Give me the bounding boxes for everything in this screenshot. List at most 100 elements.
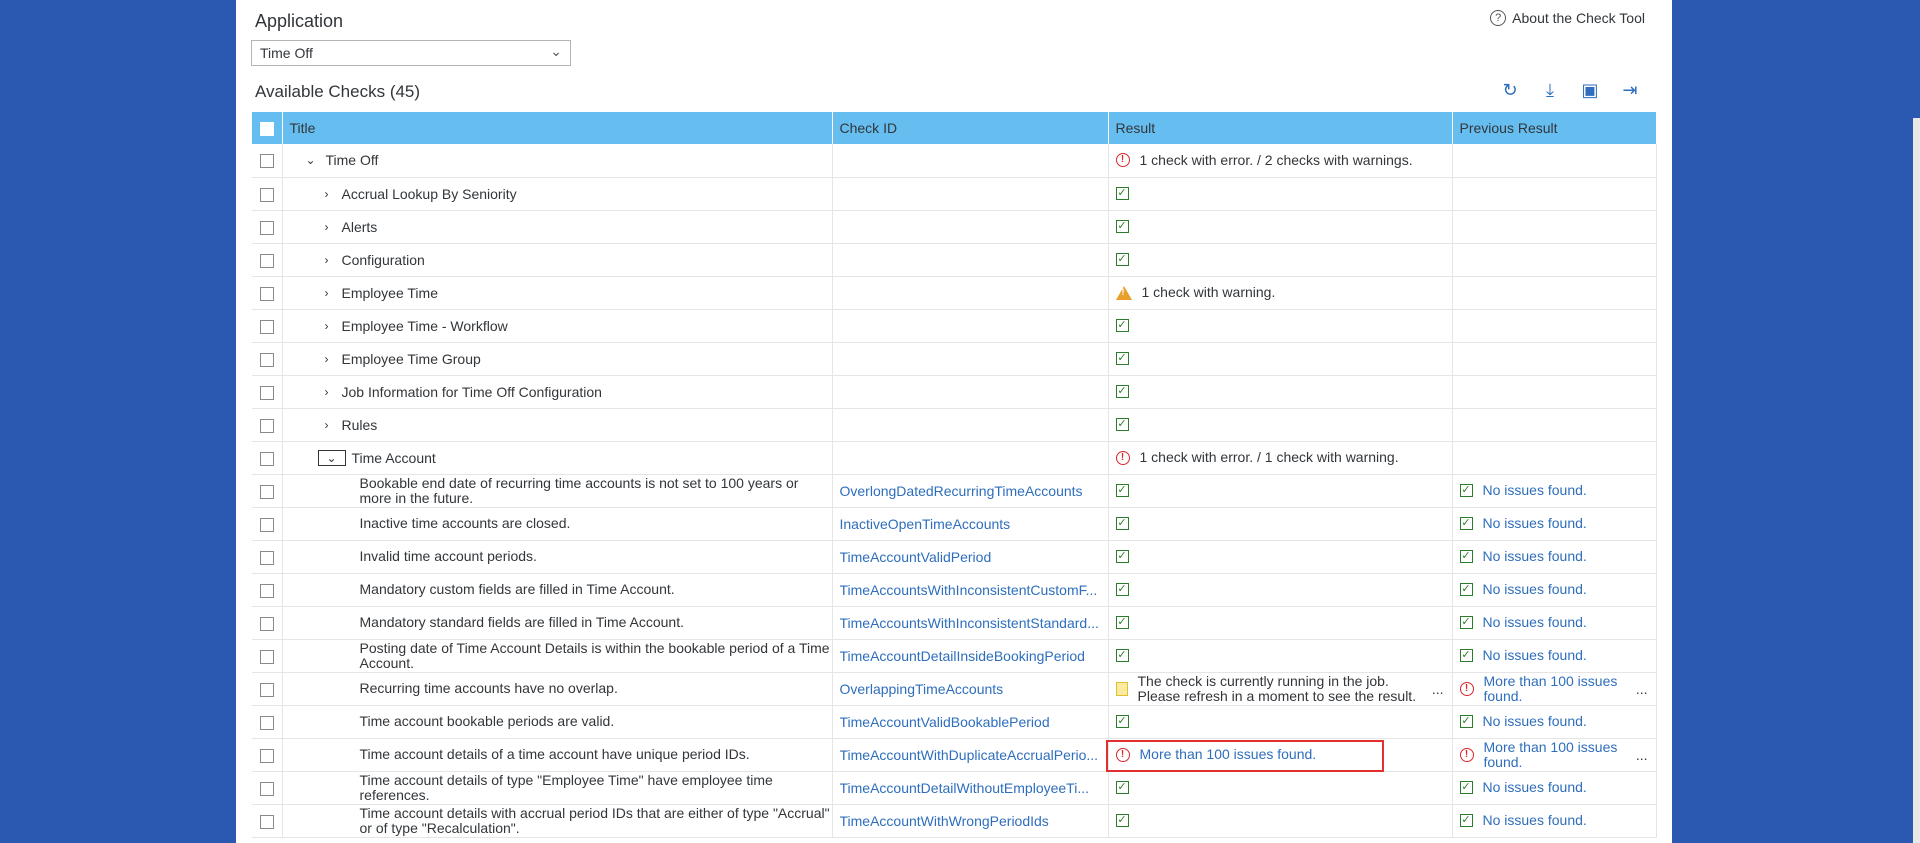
table-row[interactable]: Time account details of type "Employee T… bbox=[252, 771, 1657, 805]
previous-result-text[interactable]: No issues found. bbox=[1483, 615, 1587, 630]
check-id-cell[interactable]: OverlongDatedRecurringTimeAccounts bbox=[832, 474, 1109, 508]
check-id-link[interactable]: TimeAccountWithWrongPeriodIds bbox=[840, 813, 1108, 829]
previous-result-text[interactable]: No issues found. bbox=[1483, 516, 1587, 531]
row-checkbox[interactable] bbox=[259, 682, 274, 697]
chevron-right-icon[interactable]: › bbox=[318, 319, 336, 333]
table-row[interactable]: ⌄ Time Off! 1 check with error. / 2 checks… bbox=[252, 144, 1657, 178]
row-select-cell[interactable] bbox=[252, 573, 283, 607]
check-id-cell[interactable]: TimeAccountDetailInsideBookingPeriod bbox=[832, 639, 1109, 673]
chevron-right-icon[interactable]: › bbox=[318, 187, 336, 201]
previous-result-text[interactable]: No issues found. bbox=[1483, 582, 1587, 597]
chevron-down-icon[interactable]: ⌄ bbox=[317, 449, 346, 466]
check-id-cell[interactable]: TimeAccountWithWrongPeriodIds bbox=[832, 804, 1109, 838]
check-id-link[interactable]: TimeAccountValidPeriod bbox=[840, 549, 1108, 565]
check-id-cell[interactable]: InactiveOpenTimeAccounts bbox=[832, 507, 1109, 541]
row-checkbox[interactable] bbox=[259, 451, 274, 466]
sidebar-icon[interactable]: ⇥ bbox=[1620, 80, 1640, 100]
more-button[interactable]: ... bbox=[1636, 747, 1648, 763]
table-row[interactable]: Time account details with accrual period… bbox=[252, 804, 1657, 838]
row-select-cell[interactable] bbox=[252, 705, 283, 739]
row-select-cell[interactable] bbox=[252, 144, 283, 178]
more-button[interactable]: ... bbox=[1432, 681, 1444, 697]
check-id-cell[interactable]: TimeAccountValidBookablePeriod bbox=[832, 705, 1109, 739]
chevron-right-icon[interactable]: › bbox=[318, 253, 336, 267]
column-header-previous-result[interactable]: Previous Result bbox=[1452, 112, 1657, 144]
row-checkbox[interactable] bbox=[259, 319, 274, 334]
table-row[interactable]: › Employee Time 1 check with warning. bbox=[252, 276, 1657, 310]
about-check-tool-link[interactable]: ? About the Check Tool bbox=[1490, 10, 1645, 26]
refresh-icon[interactable]: ↻ bbox=[1500, 80, 1520, 100]
table-row[interactable]: › Employee Time - Workflow ✓ bbox=[252, 309, 1657, 343]
table-row[interactable]: ⌄ Time Account! 1 check with error. / 1 ch… bbox=[252, 441, 1657, 475]
previous-result-text[interactable]: No issues found. bbox=[1483, 780, 1587, 795]
export-icon[interactable]: ▣ bbox=[1580, 80, 1600, 100]
row-checkbox[interactable] bbox=[259, 220, 274, 235]
row-select-cell[interactable] bbox=[252, 375, 283, 409]
row-checkbox[interactable] bbox=[259, 286, 274, 301]
chevron-right-icon[interactable]: › bbox=[318, 418, 336, 432]
row-checkbox[interactable] bbox=[259, 715, 274, 730]
row-select-cell[interactable] bbox=[252, 177, 283, 211]
previous-result-text[interactable]: No issues found. bbox=[1483, 483, 1587, 498]
table-row[interactable]: › Alerts ✓ bbox=[252, 210, 1657, 244]
row-select-cell[interactable] bbox=[252, 276, 283, 310]
check-id-link[interactable]: OverlappingTimeAccounts bbox=[840, 681, 1108, 697]
row-select-cell[interactable] bbox=[252, 606, 283, 640]
previous-result-text[interactable]: More than 100 issues found. bbox=[1484, 674, 1626, 704]
table-row[interactable]: Inactive time accounts are closed. Inacti… bbox=[252, 507, 1657, 541]
check-id-link[interactable]: TimeAccountDetailWithoutEmployeeTi... bbox=[840, 780, 1108, 796]
row-select-cell[interactable] bbox=[252, 309, 283, 343]
row-select-cell[interactable] bbox=[252, 342, 283, 376]
table-row[interactable]: › Configuration ✓ bbox=[252, 243, 1657, 277]
table-row[interactable]: Recurring time accounts have no overlap.… bbox=[252, 672, 1657, 706]
row-select-cell[interactable] bbox=[252, 474, 283, 508]
row-select-cell[interactable] bbox=[252, 672, 283, 706]
check-id-cell[interactable]: TimeAccountsWithInconsistentCustomF... bbox=[832, 573, 1109, 607]
scrollbar[interactable] bbox=[1913, 118, 1920, 843]
row-select-cell[interactable] bbox=[252, 408, 283, 442]
check-id-cell[interactable]: TimeAccountsWithInconsistentStandard... bbox=[832, 606, 1109, 640]
row-checkbox[interactable] bbox=[259, 649, 274, 664]
select-all-checkbox[interactable] bbox=[259, 122, 274, 137]
table-row[interactable]: Time account details of a time account h… bbox=[252, 738, 1657, 772]
table-row[interactable]: Mandatory standard fields are filled in … bbox=[252, 606, 1657, 640]
row-select-cell[interactable] bbox=[252, 771, 283, 805]
row-checkbox[interactable] bbox=[259, 616, 274, 631]
check-id-link[interactable]: InactiveOpenTimeAccounts bbox=[840, 516, 1108, 532]
row-checkbox[interactable] bbox=[259, 352, 274, 367]
chevron-down-icon[interactable]: ⌄ bbox=[302, 153, 320, 167]
row-select-cell[interactable] bbox=[252, 639, 283, 673]
check-id-cell[interactable]: TimeAccountWithDuplicateAccrualPerio... bbox=[832, 738, 1109, 772]
table-row[interactable]: Posting date of Time Account Details is … bbox=[252, 639, 1657, 673]
table-row[interactable]: › Accrual Lookup By Seniority ✓ bbox=[252, 177, 1657, 211]
row-checkbox[interactable] bbox=[259, 814, 274, 829]
table-row[interactable]: Time account bookable periods are valid.… bbox=[252, 705, 1657, 739]
row-checkbox[interactable] bbox=[259, 154, 274, 169]
check-id-link[interactable]: TimeAccountsWithInconsistentStandard... bbox=[840, 615, 1108, 631]
previous-result-text[interactable]: No issues found. bbox=[1483, 714, 1587, 729]
table-row[interactable]: › Employee Time Group ✓ bbox=[252, 342, 1657, 376]
row-checkbox[interactable] bbox=[259, 583, 274, 598]
row-checkbox[interactable] bbox=[259, 418, 274, 433]
chevron-right-icon[interactable]: › bbox=[318, 220, 336, 234]
check-id-cell[interactable]: OverlappingTimeAccounts bbox=[832, 672, 1109, 706]
row-checkbox[interactable] bbox=[259, 385, 274, 400]
chevron-right-icon[interactable]: › bbox=[318, 385, 336, 399]
row-checkbox[interactable] bbox=[259, 253, 274, 268]
column-header-title[interactable]: Title bbox=[282, 112, 833, 144]
previous-result-text[interactable]: No issues found. bbox=[1483, 549, 1587, 564]
row-checkbox[interactable] bbox=[259, 748, 274, 763]
table-row[interactable]: Mandatory custom fields are filled in Ti… bbox=[252, 573, 1657, 607]
more-button[interactable]: ... bbox=[1636, 681, 1648, 697]
table-row[interactable]: › Job Information for Time Off Configurat… bbox=[252, 375, 1657, 409]
row-select-cell[interactable] bbox=[252, 540, 283, 574]
check-id-cell[interactable]: TimeAccountDetailWithoutEmployeeTi... bbox=[832, 771, 1109, 805]
previous-result-text[interactable]: No issues found. bbox=[1483, 648, 1587, 663]
row-select-cell[interactable] bbox=[252, 210, 283, 244]
check-id-link[interactable]: OverlongDatedRecurringTimeAccounts bbox=[840, 483, 1108, 499]
row-select-cell[interactable] bbox=[252, 507, 283, 541]
download-icon[interactable]: ⤓ bbox=[1540, 80, 1560, 100]
row-select-cell[interactable] bbox=[252, 738, 283, 772]
column-header-check-id[interactable]: Check ID bbox=[832, 112, 1109, 144]
previous-result-text[interactable]: More than 100 issues found. bbox=[1484, 740, 1626, 770]
